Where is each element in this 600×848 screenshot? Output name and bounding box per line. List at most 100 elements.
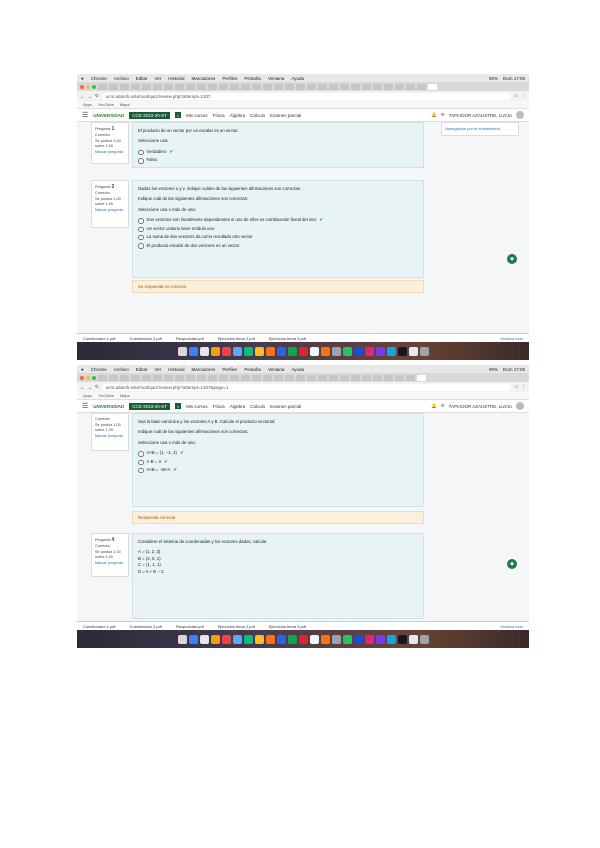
checkbox[interactable] [138,234,144,241]
browser-tab[interactable] [318,374,327,381]
star-icon[interactable]: ☆ [514,384,518,390]
whatsapp-icon[interactable] [342,346,352,356]
radio-button[interactable] [138,149,144,156]
browser-tab[interactable] [373,374,382,381]
menu-item[interactable]: Marcadores [192,76,216,81]
extensions-icon[interactable]: ⋮ [522,93,527,99]
browser-tab[interactable] [263,374,272,381]
checkbox[interactable] [138,459,144,466]
menu-icon[interactable]: ☰ [82,112,88,119]
vlc-icon[interactable] [320,346,330,356]
browser-tab[interactable] [296,83,305,90]
course-code[interactable]: CCE-2023-20-ST [129,111,171,119]
quiz-navigation-panel[interactable]: Navegación por el cuestionario [441,122,519,136]
zoom-icon[interactable] [353,634,363,644]
browser-tab[interactable] [384,83,393,90]
mail-icon[interactable] [232,634,242,644]
menu-item[interactable]: Marcadores [192,367,216,372]
browser-tab[interactable] [285,83,294,90]
browser-tab[interactable] [131,83,140,90]
browser-tab[interactable] [252,83,261,90]
browser-tab[interactable] [175,83,184,90]
browser-tab[interactable] [329,374,338,381]
minimize-window-icon[interactable] [86,84,90,89]
browser-tab[interactable] [230,83,239,90]
flag-question-link[interactable]: Marcar pregunta [95,561,125,567]
answer-option[interactable]: A·B = 3 ✔ [138,459,418,466]
browser-tab[interactable] [120,374,129,381]
course-code[interactable]: CCE-2023-20-ST [129,402,171,410]
university-logo[interactable]: UNIVERSIDAD [93,113,124,118]
browser-tab[interactable] [285,374,294,381]
close-window-icon[interactable] [80,375,84,380]
forward-icon[interactable]: → [88,385,93,390]
browser-tab[interactable] [351,83,360,90]
bookmark-item[interactable]: Maps [120,102,130,107]
minimize-window-icon[interactable] [86,375,90,380]
answer-option[interactable]: Verdadero ✔ [138,149,418,156]
back-icon[interactable]: ← [80,94,85,99]
terminal-icon[interactable] [397,346,407,356]
zoom-icon[interactable] [353,346,363,356]
browser-tab[interactable] [296,374,305,381]
breadcrumb-item[interactable]: Álgebra [230,404,246,409]
excel-icon[interactable] [287,634,297,644]
browser-tab[interactable] [142,374,151,381]
answer-option[interactable]: El producto escalar de dos vectores es u… [138,243,418,249]
browser-tab[interactable] [219,374,228,381]
avatar[interactable] [516,111,524,119]
settings-icon[interactable] [331,634,341,644]
browser-tab[interactable] [318,83,327,90]
browser-tab[interactable] [120,83,129,90]
reload-icon[interactable]: ↻ [95,93,99,99]
browser-tab[interactable] [131,374,140,381]
facetime-icon[interactable] [243,346,253,356]
menu-item[interactable]: Ver [155,367,162,372]
finder-icon[interactable] [177,634,187,644]
breadcrumb-item[interactable]: Examen parcial [270,404,301,409]
show-all-downloads-button[interactable]: Mostrar todo [501,624,523,629]
download-item[interactable]: Cuestionario 2.pdf [129,624,161,629]
notifications-icon[interactable]: 🔔 [431,403,437,409]
bookmark-item[interactable]: Apps [83,102,92,107]
browser-tab[interactable] [252,374,261,381]
home-icon[interactable]: ⌂ [175,403,182,409]
safari-icon[interactable] [199,346,209,356]
menu-item[interactable]: Historial [168,76,184,81]
chat-fab-icon[interactable]: ◆ [507,254,517,264]
answer-option[interactable]: Falso [138,157,418,164]
user-menu[interactable]: 🔔 ✉ TAPIADOR AZAUSTRE, LUCIA [431,402,524,410]
browser-tab[interactable] [186,374,195,381]
browser-tab[interactable] [395,374,404,381]
quiz-navigation-link[interactable]: Navegación por el cuestionario [445,126,500,131]
answer-option[interactable]: Un vector unitario tiene módulo uno [138,226,418,233]
checkbox[interactable] [138,467,144,474]
show-all-downloads-button[interactable]: Mostrar todo [501,336,523,341]
browser-tab[interactable] [164,83,173,90]
flag-question-link[interactable]: Marcar pregunta [95,208,125,214]
download-item[interactable]: Respuestas.pdf [176,624,204,629]
notes-icon[interactable] [254,346,264,356]
close-window-icon[interactable] [80,84,84,89]
vlc-icon[interactable] [320,634,330,644]
browser-tab[interactable] [274,374,283,381]
browser-tab[interactable] [340,83,349,90]
trash-icon[interactable] [419,634,429,644]
menu-item[interactable]: Pestaña [244,76,261,81]
answer-option[interactable]: La suma de dos vectores da como resultad… [138,234,418,241]
music-icon[interactable] [364,346,374,356]
browser-tab[interactable] [98,374,107,381]
menu-item[interactable]: Archivo [114,76,129,81]
bookmark-item[interactable]: YouTube [98,393,114,398]
bookmark-item[interactable]: Apps [83,393,92,398]
checkbox[interactable] [138,451,144,457]
browser-tab[interactable] [197,374,206,381]
notifications-icon[interactable]: 🔔 [431,112,437,118]
browser-tab[interactable] [208,83,217,90]
flag-question-link[interactable]: Marcar pregunta [95,434,125,440]
menu-item[interactable]: Chrome [91,367,107,372]
preview-icon[interactable] [309,634,319,644]
chrome-icon[interactable] [210,634,220,644]
browser-tab[interactable] [109,374,118,381]
menu-item[interactable]: Perfiles [222,76,237,81]
